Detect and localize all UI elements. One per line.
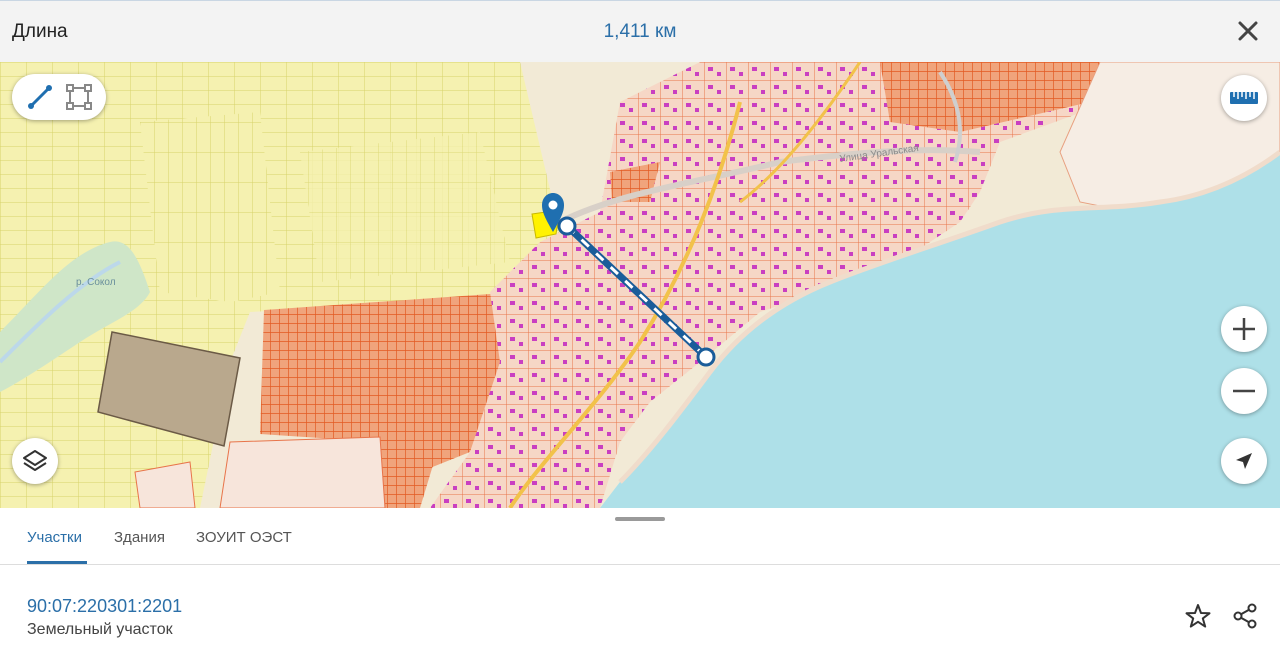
plus-icon — [1230, 315, 1258, 343]
river-label: р. Сокол — [76, 277, 116, 288]
measured-distance: 1,411 км — [603, 21, 677, 42]
line-measure-icon[interactable] — [26, 83, 54, 111]
tab-bar: Участки Здания ЗОУИТ ОЭСТ — [0, 526, 1280, 565]
layers-button[interactable] — [12, 438, 58, 484]
ruler-icon — [1229, 89, 1259, 107]
tab-buildings[interactable]: Здания — [114, 529, 165, 561]
map-view[interactable]: р. Сокол Улица Уральская — [0, 62, 1280, 508]
tab-parcels[interactable]: Участки — [27, 529, 87, 564]
map-canvas: р. Сокол Улица Уральская — [0, 62, 1280, 508]
measure-end-point[interactable] — [696, 347, 716, 367]
navigation-arrow-icon — [1233, 450, 1255, 472]
area-measure-icon[interactable] — [65, 83, 93, 111]
star-icon[interactable] — [1183, 601, 1213, 631]
share-icon[interactable] — [1230, 601, 1260, 631]
layers-icon — [21, 447, 49, 475]
tab-zones[interactable]: ЗОУИТ ОЭСТ — [196, 529, 292, 561]
drag-handle[interactable] — [615, 517, 665, 521]
ruler-button[interactable] — [1221, 75, 1267, 121]
close-icon[interactable] — [1234, 17, 1262, 45]
cadastral-number[interactable]: 90:07:220301:2201 — [27, 596, 182, 617]
measure-header: Длина 1,411 км — [0, 0, 1280, 62]
parcel-type: Земельный участок — [27, 621, 173, 638]
minus-icon — [1230, 377, 1258, 405]
locate-button[interactable] — [1221, 438, 1267, 484]
measure-start-point[interactable] — [557, 216, 577, 236]
measure-tools — [12, 74, 106, 120]
zoom-out-button[interactable] — [1221, 368, 1267, 414]
info-panel: Участки Здания ЗОУИТ ОЭСТ 90:07:220301:2… — [0, 508, 1280, 664]
zoom-in-button[interactable] — [1221, 306, 1267, 352]
